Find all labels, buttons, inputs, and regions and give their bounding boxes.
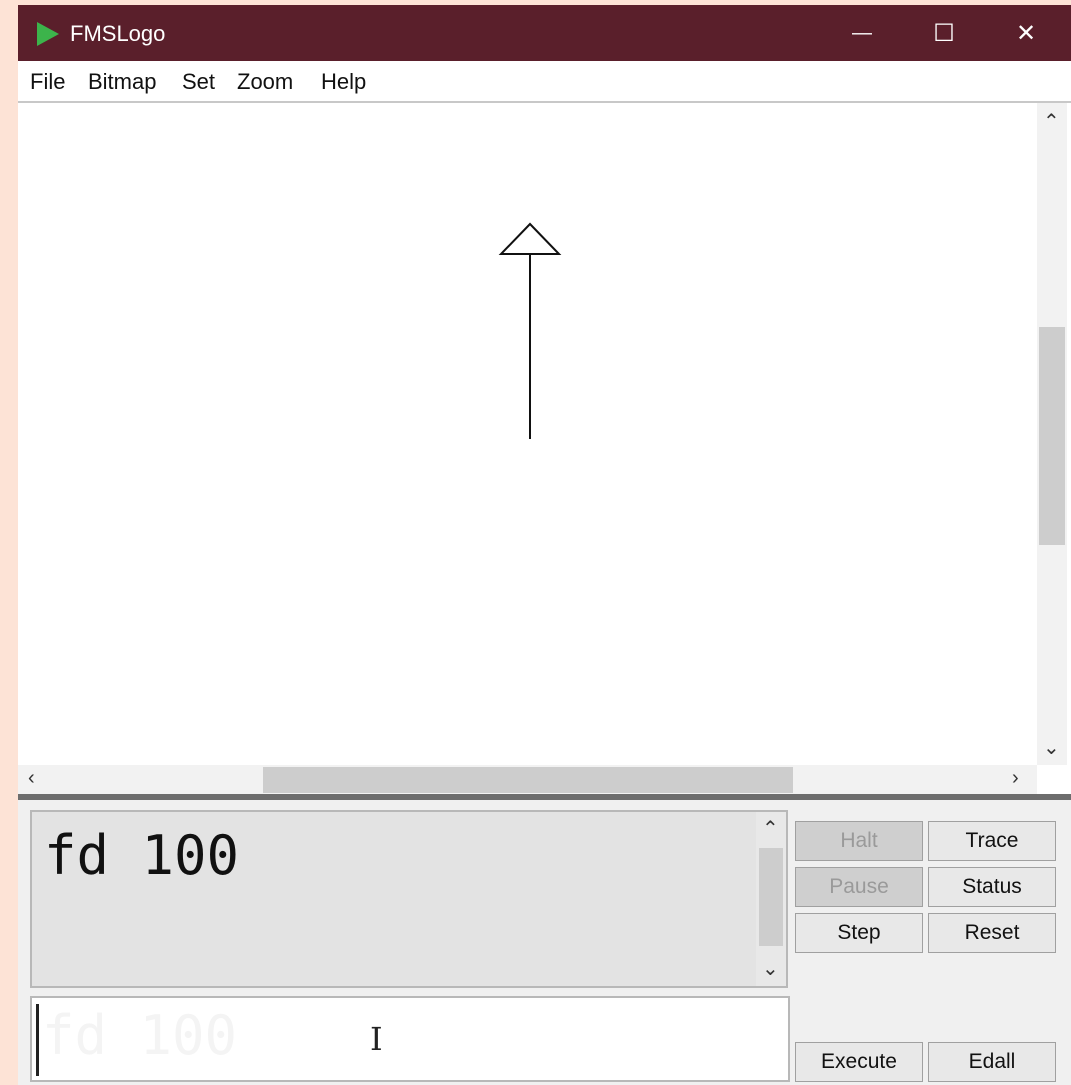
edall-button[interactable]: Edall (928, 1042, 1056, 1082)
command-history[interactable]: fd 100 ⌃ ⌄ (30, 810, 788, 988)
halt-button[interactable]: Halt (795, 821, 923, 861)
history-scrollbar[interactable]: ⌃ ⌄ (756, 812, 786, 986)
scroll-down-icon[interactable]: ⌄ (1043, 735, 1060, 760)
vertical-scrollbar[interactable]: ⌃ ⌄ (1037, 103, 1067, 765)
scroll-left-icon[interactable]: ‹ (28, 767, 35, 790)
trace-button[interactable]: Trace (928, 821, 1056, 861)
ibeam-cursor-icon: I (370, 1020, 383, 1058)
menu-bar: File Bitmap Set Zoom Help (18, 61, 1071, 103)
scroll-up-icon[interactable]: ⌃ (1043, 109, 1060, 134)
close-icon: ✕ (1015, 19, 1037, 47)
minimize-icon: — (852, 21, 872, 44)
vertical-scroll-thumb[interactable] (1039, 327, 1065, 545)
app-play-icon (37, 22, 59, 46)
title-bar[interactable]: FMSLogo — ☐ ✕ (18, 5, 1071, 61)
text-caret (36, 1004, 39, 1076)
commander-panel: fd 100 ⌃ ⌄ fd 100 I Halt Trace Pause Sta… (18, 800, 1071, 1085)
execute-button[interactable]: Execute (795, 1042, 923, 1082)
history-scroll-down-icon[interactable]: ⌄ (762, 956, 779, 981)
minimize-button[interactable]: — (820, 5, 904, 61)
drawing-canvas[interactable]: ⌃ ⌄ ‹ › (18, 103, 1071, 795)
command-input[interactable]: fd 100 I (30, 996, 790, 1082)
pause-button[interactable]: Pause (795, 867, 923, 907)
history-scroll-up-icon[interactable]: ⌃ (762, 816, 779, 841)
window-title: FMSLogo (70, 21, 166, 46)
fmslogo-window: FMSLogo — ☐ ✕ File Bitmap Set Zoom Help … (18, 5, 1071, 1085)
scroll-right-icon[interactable]: › (1012, 767, 1019, 790)
menu-set[interactable]: Set (182, 69, 215, 95)
history-entry: fd 100 (44, 824, 240, 887)
menu-bitmap[interactable]: Bitmap (88, 69, 156, 95)
reset-button[interactable]: Reset (928, 913, 1056, 953)
horizontal-scrollbar[interactable]: ‹ › (18, 765, 1037, 795)
close-button[interactable]: ✕ (984, 5, 1068, 61)
maximize-button[interactable]: ☐ (902, 5, 986, 61)
menu-zoom[interactable]: Zoom (237, 69, 293, 95)
status-button[interactable]: Status (928, 867, 1056, 907)
history-scroll-thumb[interactable] (759, 848, 783, 946)
horizontal-scroll-thumb[interactable] (263, 767, 793, 793)
turtle-icon (498, 222, 562, 255)
step-button[interactable]: Step (795, 913, 923, 953)
menu-file[interactable]: File (30, 69, 65, 95)
turtle-graphics (498, 222, 562, 439)
menu-help[interactable]: Help (321, 69, 366, 95)
maximize-icon: ☐ (933, 19, 955, 47)
